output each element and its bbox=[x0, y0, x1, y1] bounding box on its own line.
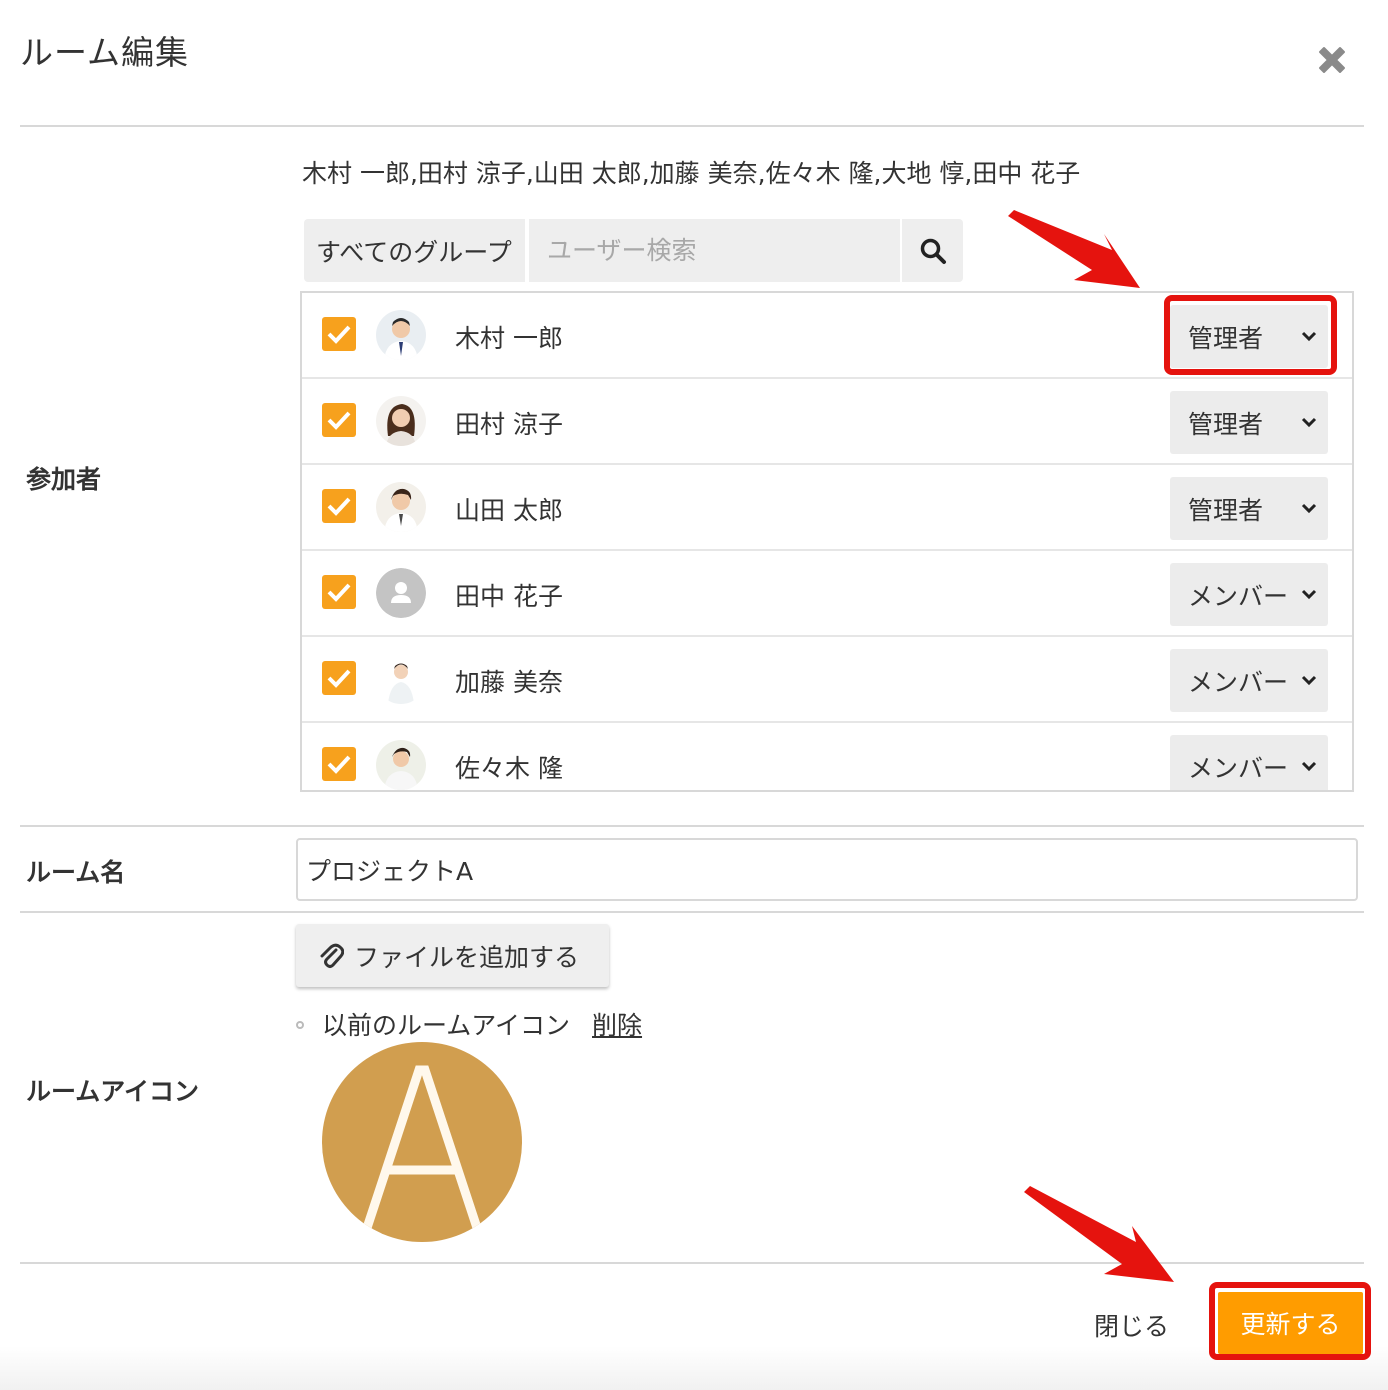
member-name: 加藤 美奈 bbox=[455, 668, 563, 697]
search-button[interactable] bbox=[902, 219, 963, 282]
member-name: 佐々木 隆 bbox=[455, 754, 563, 783]
red-arrow-icon bbox=[1024, 1186, 1174, 1282]
room-name-label: ルーム名 bbox=[26, 858, 126, 887]
role-value: 管理者 bbox=[1188, 495, 1264, 525]
avatar bbox=[376, 654, 426, 704]
role-select[interactable]: メンバー bbox=[1170, 735, 1328, 790]
update-button[interactable]: 更新する bbox=[1218, 1292, 1363, 1354]
chevron-down-icon bbox=[1301, 503, 1317, 514]
room-icon-image bbox=[322, 1042, 522, 1242]
avatar bbox=[376, 740, 426, 790]
divider bbox=[20, 125, 1364, 127]
role-value: 管理者 bbox=[1188, 409, 1264, 439]
avatar bbox=[376, 482, 426, 532]
member-name: 田村 涼子 bbox=[455, 410, 563, 439]
participants-summary: 木村 一郎,田村 涼子,山田 太郎,加藤 美奈,佐々木 隆,大地 惇,田中 花子 bbox=[302, 159, 1081, 188]
chevron-down-icon bbox=[1301, 761, 1317, 772]
role-value: メンバー bbox=[1188, 667, 1289, 697]
member-checkbox[interactable] bbox=[322, 489, 356, 523]
chevron-down-icon bbox=[1301, 589, 1317, 600]
chevron-down-icon bbox=[1301, 331, 1317, 342]
member-row: 山田 太郎 管理者 bbox=[302, 465, 1352, 551]
role-select[interactable]: 管理者 bbox=[1170, 477, 1328, 540]
delete-icon-link[interactable]: 削除 bbox=[592, 1006, 642, 1042]
search-icon bbox=[920, 238, 946, 264]
default-avatar-icon bbox=[376, 568, 426, 618]
member-name: 山田 太郎 bbox=[455, 496, 563, 525]
checkmark-icon bbox=[327, 755, 351, 774]
chevron-down-icon bbox=[1301, 675, 1317, 686]
close-icon[interactable] bbox=[1312, 40, 1352, 80]
member-row: 加藤 美奈 メンバー bbox=[302, 637, 1352, 723]
role-select[interactable]: 管理者 bbox=[1170, 391, 1328, 454]
member-row: 田村 涼子 管理者 bbox=[302, 379, 1352, 465]
role-select[interactable]: メンバー bbox=[1170, 649, 1328, 712]
close-button[interactable]: 閉じる bbox=[1094, 1307, 1169, 1343]
add-file-label: ファイルを追加する bbox=[354, 942, 580, 972]
member-name: 木村 一郎 bbox=[455, 324, 563, 353]
group-filter-select[interactable]: すべてのグループ bbox=[304, 219, 525, 282]
member-row: 田中 花子 メンバー bbox=[302, 551, 1352, 637]
red-arrow-icon bbox=[1008, 210, 1140, 288]
paperclip-icon bbox=[320, 943, 344, 968]
chevron-down-icon bbox=[1301, 417, 1317, 428]
dialog-title: ルーム編集 bbox=[20, 33, 190, 72]
checkmark-icon bbox=[327, 669, 351, 688]
add-file-button[interactable]: ファイルを追加する bbox=[296, 924, 609, 987]
room-icon-letter bbox=[359, 1065, 485, 1239]
member-checkbox[interactable] bbox=[322, 403, 356, 437]
member-row: 木村 一郎 管理者 bbox=[302, 293, 1352, 379]
previous-icon-line: 以前のルームアイコン 削除 bbox=[296, 1006, 642, 1042]
member-list[interactable]: 木村 一郎 管理者 田村 涼子 管理者 山田 太郎 管理者 田中 花子 メンバー… bbox=[300, 291, 1354, 792]
divider bbox=[20, 911, 1364, 913]
room-name-input[interactable] bbox=[296, 838, 1358, 901]
divider bbox=[20, 825, 1364, 827]
checkmark-icon bbox=[327, 497, 351, 516]
role-value: 管理者 bbox=[1188, 323, 1264, 353]
avatar bbox=[376, 310, 426, 360]
checkmark-icon bbox=[327, 325, 351, 344]
footer-background bbox=[0, 1346, 1388, 1390]
participants-label: 参加者 bbox=[26, 465, 102, 494]
close-x-glyph bbox=[1319, 47, 1345, 73]
role-value: メンバー bbox=[1188, 581, 1289, 611]
member-checkbox[interactable] bbox=[322, 575, 356, 609]
role-select[interactable]: メンバー bbox=[1170, 563, 1328, 626]
user-search-input[interactable] bbox=[529, 219, 900, 282]
role-select[interactable]: 管理者 bbox=[1170, 305, 1328, 368]
bullet-icon bbox=[296, 1021, 304, 1029]
previous-icon-label: 以前のルームアイコン bbox=[322, 1011, 571, 1040]
member-row: 佐々木 隆 メンバー bbox=[302, 723, 1352, 790]
member-checkbox[interactable] bbox=[322, 661, 356, 695]
member-checkbox[interactable] bbox=[322, 747, 356, 781]
checkmark-icon bbox=[327, 411, 351, 430]
divider bbox=[20, 1262, 1364, 1264]
checkmark-icon bbox=[327, 583, 351, 602]
room-icon-label: ルームアイコン bbox=[26, 1077, 200, 1106]
role-value: メンバー bbox=[1188, 753, 1289, 783]
avatar bbox=[376, 396, 426, 446]
member-name: 田中 花子 bbox=[455, 582, 563, 611]
member-checkbox[interactable] bbox=[322, 317, 356, 351]
